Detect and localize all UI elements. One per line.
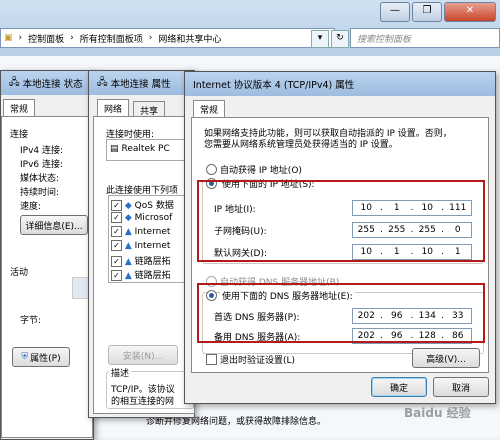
ipv4-dialog: Internet 协议版本 4 (TCP/IPv4) 属性 常规 如果网络支持此… — [184, 71, 496, 404]
intro-text: 您需要从网络系统管理员处获得适当的 IP 设置。 — [204, 140, 398, 150]
properties-tab-panel: 连接时使用: ▤ Realtek PC 此连接使用下列项 ✓ ◆ QoS 数据 ✓… — [93, 116, 196, 414]
tab-general[interactable]: 常规 — [193, 100, 226, 118]
ok-button[interactable]: 确定 — [371, 377, 427, 397]
advanced-button[interactable]: 高级(V)... — [412, 348, 480, 368]
list-item[interactable]: ✓ ▲ 链路层拓 — [111, 268, 171, 281]
breadcrumb-control-panel[interactable]: 控制面板 — [28, 32, 64, 45]
list-item[interactable]: ✓ ▲ 链路层拓 — [111, 254, 171, 267]
status-row: 持续时间: — [20, 188, 60, 198]
list-item[interactable]: ✓ ◆ Microsof — [111, 212, 172, 223]
list-item[interactable]: ✓ ▲ Internet — [111, 226, 170, 237]
tab-general[interactable]: 常规 — [3, 99, 36, 117]
status-row: IPv4 连接: — [20, 146, 64, 156]
status-dialog: 🖧 本地连接 状态 常规 连接 IPv4 连接: IPv6 连接: 媒体状态: … — [0, 70, 94, 440]
properties-dialog-title: 🖧 本地连接 属性 — [89, 71, 194, 95]
status-row: 速度: — [20, 202, 42, 212]
chevron-right-icon: › — [148, 33, 153, 43]
search-input[interactable]: 搜索控制面板 — [350, 28, 500, 48]
connection-heading: 连接 — [10, 130, 29, 140]
auto-ip-label: 自动获得 IP 地址(O) — [220, 166, 302, 176]
minimize-button[interactable]: — — [380, 2, 410, 22]
breadcrumb-network-center[interactable]: 网络和共享中心 — [158, 32, 221, 45]
validate-checkbox[interactable] — [206, 354, 217, 365]
maximize-button[interactable]: ❐ — [412, 2, 442, 22]
list-item[interactable]: ✓ ◆ QoS 数据 — [111, 198, 174, 211]
description-label: 描述 — [109, 366, 132, 379]
tab-sharing[interactable]: 共享 — [133, 101, 166, 117]
network-icon: 🖧 — [97, 77, 108, 88]
tab-network[interactable]: 网络 — [97, 99, 130, 117]
chevron-right-icon: › — [18, 33, 23, 43]
status-dialog-title: 🖧 本地连接 状态 — [1, 71, 93, 95]
adapter-field: ▤ Realtek PC — [106, 139, 196, 161]
properties-dialog: 🖧 本地连接 属性 网络 共享 连接时使用: ▤ Realtek PC 此连接使用… — [88, 70, 196, 418]
auto-ip-radio[interactable] — [206, 164, 217, 175]
description-text: 的相互连接的网 — [111, 397, 175, 407]
status-row: IPv6 连接: — [20, 160, 64, 170]
bytes-label: 字节: — [20, 316, 42, 326]
details-button[interactable]: 详细信息(E)... — [20, 215, 88, 235]
status-row: 媒体状态: — [20, 174, 60, 184]
install-button[interactable]: 安装(N)... — [108, 345, 178, 365]
items-list: ✓ ◆ QoS 数据 ✓ ◆ Microsof ✓ ▲ Internet ✓ ▲… — [108, 195, 196, 283]
list-item[interactable]: ✓ ▲ Internet — [111, 240, 170, 251]
chevron-right-icon: › — [70, 33, 74, 43]
status-tab-panel: 连接 IPv4 连接: IPv6 连接: 媒体状态: 持续时间: 速度: 详细信… — [1, 116, 94, 438]
address-bar[interactable]: ▣ › 控制面板 › 所有控制面板项 › 网络和共享中心 — [0, 28, 335, 48]
folder-icon: ▣ — [4, 33, 13, 43]
close-window-button[interactable]: ✕ — [444, 2, 496, 22]
properties-button[interactable]: ⛨ 属性(P) — [12, 347, 70, 367]
activity-heading: 活动 — [10, 268, 29, 278]
cancel-button[interactable]: 取消 — [433, 377, 489, 397]
watermark: Baidu 经验 — [404, 406, 471, 420]
adapter-icon: ▤ — [110, 144, 119, 154]
description-group: 描述 TCP/IP。该协议 的相互连接的网 — [106, 366, 194, 409]
network-icon: 🖧 — [9, 77, 20, 88]
breadcrumb-all-items[interactable]: 所有控制面板项 — [80, 32, 143, 45]
shield-icon: ⛨ — [21, 352, 29, 362]
ipv4-dialog-title: Internet 协议版本 4 (TCP/IPv4) 属性 — [185, 72, 495, 96]
refresh-icon[interactable]: ↻ — [331, 30, 349, 48]
dropdown-arrow-icon[interactable]: ▾ — [311, 30, 329, 48]
validate-label: 退出时验证设置(L) — [220, 356, 296, 366]
highlight-ip-box — [197, 180, 485, 262]
highlight-dns-box — [197, 283, 485, 343]
